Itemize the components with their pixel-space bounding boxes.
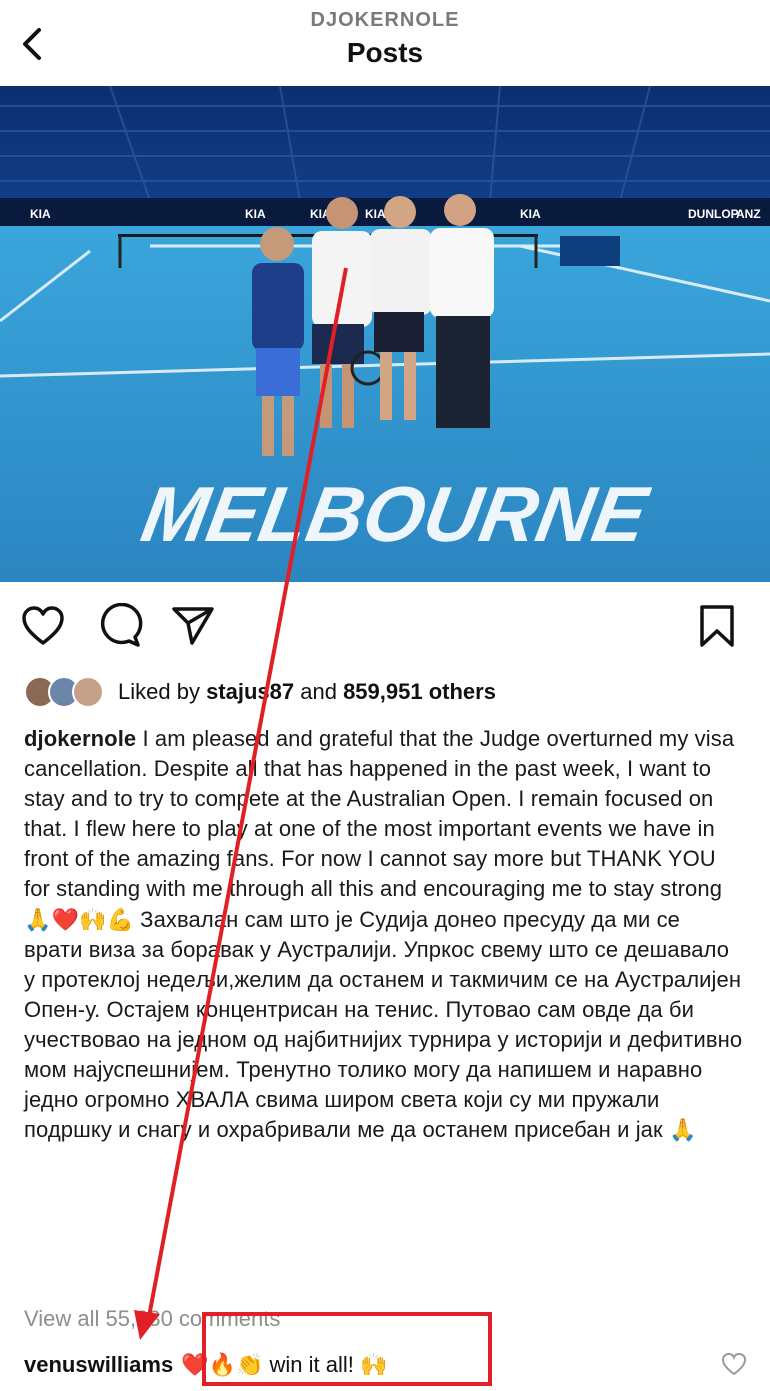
page-title: Posts [346, 37, 424, 68]
small-heart-icon[interactable] [720, 1350, 748, 1378]
court-melbourne-text: MELBOURNE [135, 471, 656, 558]
comment-bubble-icon[interactable] [97, 602, 143, 649]
svg-text:DUNLOP: DUNLOP [688, 207, 739, 221]
caption-author[interactable]: djokernole [24, 726, 136, 751]
bookmark-icon[interactable] [694, 603, 740, 649]
top-bar: DJOKERNOLE Posts [0, 0, 770, 86]
avatar [72, 676, 104, 708]
post-owner-username: DJOKERNOLE [310, 9, 460, 31]
svg-text:KIA: KIA [520, 207, 541, 221]
likes-prefix: Liked by [118, 679, 207, 704]
paper-plane-icon[interactable] [170, 603, 216, 649]
highlight-box [202, 1312, 492, 1386]
post-photo[interactable]: KIA KIA KIA KIA KIA DUNLOP ANZ MELBOURNE [0, 86, 770, 582]
svg-text:KIA: KIA [30, 207, 51, 221]
likes-middle: and [294, 679, 344, 704]
likes-summary[interactable]: Liked by stajus87 and 859,951 others [24, 674, 496, 710]
likes-count[interactable]: 859,951 others [343, 679, 496, 704]
svg-text:ANZ: ANZ [736, 207, 761, 221]
svg-text:KIA: KIA [245, 207, 266, 221]
svg-text:KIA: KIA [365, 207, 386, 221]
caption-text: I am pleased and grateful that the Judge… [24, 726, 743, 1143]
heart-icon[interactable] [20, 603, 66, 649]
post-caption: djokernole I am pleased and grateful tha… [24, 724, 744, 1145]
comment-author[interactable]: venuswilliams [24, 1352, 173, 1378]
liker-username[interactable]: stajus87 [206, 679, 294, 704]
back-chevron-icon[interactable] [14, 24, 54, 64]
likes-text: Liked by stajus87 and 859,951 others [118, 679, 496, 705]
